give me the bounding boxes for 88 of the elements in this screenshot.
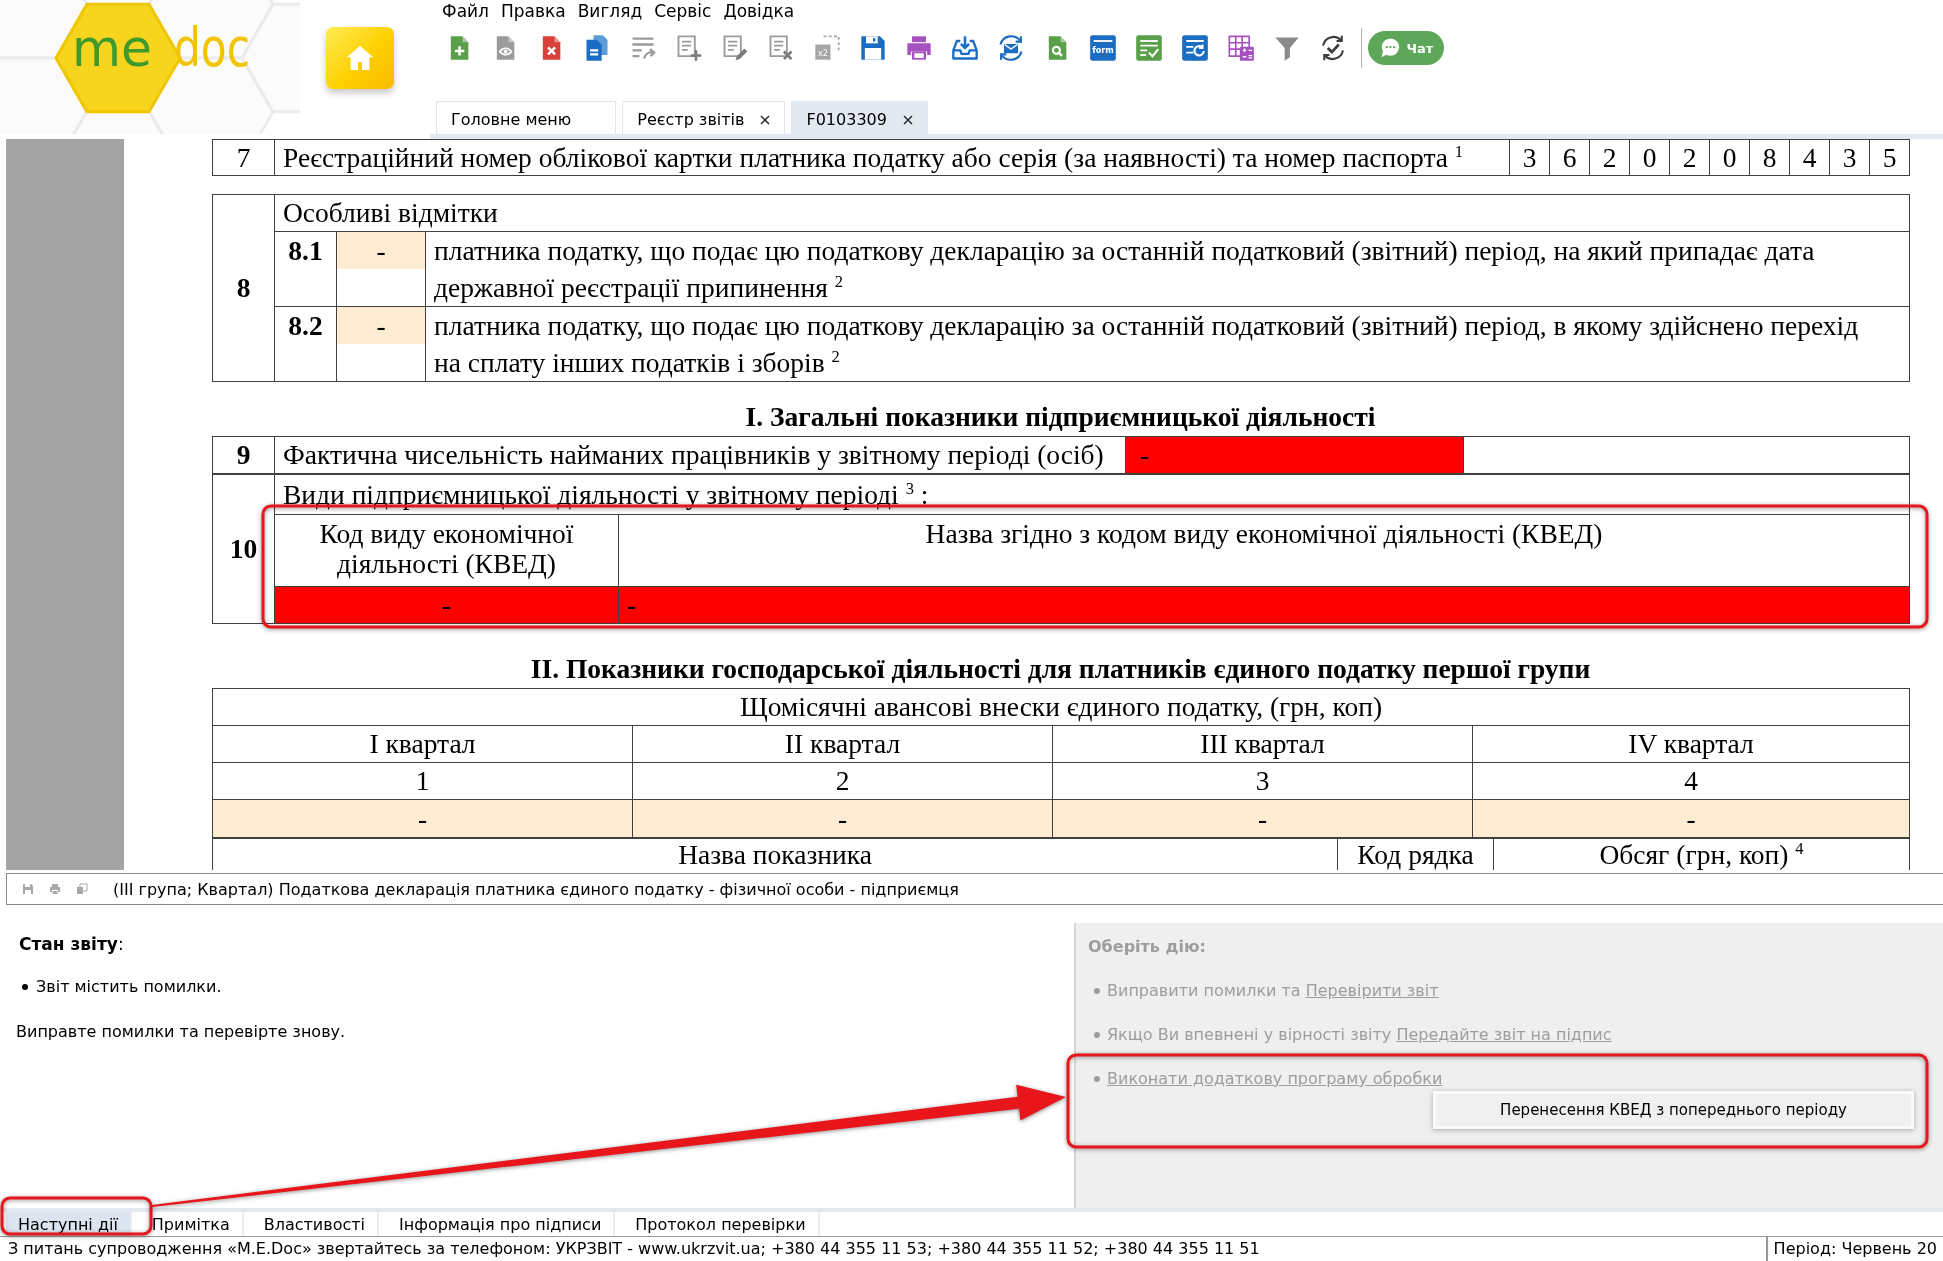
input-field[interactable]: - <box>337 307 425 344</box>
section-heading: I. Загальні показники підприємницької діяльності <box>745 402 1376 432</box>
table-cell: Назва згідно з кодом виду економічної діяльності (КВЕД) <box>618 514 1910 587</box>
input-field[interactable]: - <box>1472 799 1910 838</box>
input-field[interactable]: - <box>632 799 1053 838</box>
action-text: Якщо Ви впевнені у вірності звіту Передайте звіт на підпис <box>1107 1024 1612 1046</box>
input-field[interactable]: - <box>1052 799 1473 838</box>
save-icon[interactable] <box>22 883 34 895</box>
bullet-icon <box>1094 1076 1100 1082</box>
table-cell: платника податку, що подає цю податкову декларацію за останній податковий (звітний) період, на який припадає дата державної реєстрації припинення $^{2}$ <box>425 231 1910 307</box>
menu-item[interactable]: Довідка <box>723 0 795 22</box>
tab[interactable]: Наступні дії <box>6 1212 132 1236</box>
checklist-icon[interactable] <box>1135 34 1163 62</box>
table-calculator-icon[interactable] <box>1227 34 1255 62</box>
digit-cell[interactable]: 5 <box>1869 139 1910 176</box>
table-cell: Реєстраційний номер облікової картки платника податку або серія (за наявності) та номер паспорта $^{1}$ <box>274 139 1510 176</box>
table-cell: IV квартал <box>1472 725 1910 763</box>
bullet-icon <box>1094 988 1100 994</box>
digit-cell[interactable]: 4 <box>1789 139 1830 176</box>
app-logo: me doc <box>0 0 300 134</box>
tab[interactable]: Реєстр звітів <box>622 101 786 134</box>
section-title: Стан звіту: <box>19 933 125 955</box>
input-field[interactable]: - <box>212 799 633 838</box>
list-x-icon[interactable] <box>767 34 795 62</box>
table-cell: 7 <box>212 139 275 176</box>
tab[interactable]: Головне меню <box>436 101 617 134</box>
table-cell: Види підприємницької діяльності у звітному періоді $^{3}$ : <box>274 474 1910 515</box>
table-cell: Назва показника <box>212 838 1338 870</box>
input-field[interactable]: - <box>618 586 1910 624</box>
digit-cell[interactable]: 0 <box>1709 139 1750 176</box>
table-cell: Щомісячні авансові внески єдиного податку, (грн, коп) <box>212 688 1910 726</box>
bullet-icon <box>1094 1032 1100 1038</box>
action-text: Виправити помилки та Перевірити звіт <box>1107 980 1439 1002</box>
input-field[interactable]: - <box>274 586 619 624</box>
table-cell: Код виду економічної діяльності (КВЕД) <box>274 514 619 587</box>
section-title: Оберіть дію: <box>1088 936 1207 958</box>
tab[interactable]: F0103309 <box>791 101 928 134</box>
document-title: (III група; Квартал) Податкова декларація платника єдиного податку - фізичної особи - підприємця <box>113 879 959 899</box>
status-period: Період: Червень 20 <box>1765 1237 1943 1261</box>
table-cell: 8 <box>212 194 275 382</box>
table-cell: 8.1 <box>274 231 337 307</box>
table-cell: II квартал <box>632 725 1053 763</box>
copy-icon[interactable] <box>76 883 88 895</box>
digit-cell[interactable]: 2 <box>1669 139 1710 176</box>
input-field[interactable]: - <box>1125 436 1464 474</box>
print-icon[interactable] <box>49 883 61 895</box>
table-cell: 10 <box>212 474 275 624</box>
table-cell: Код рядка <box>1337 838 1494 870</box>
speech-bubble-icon <box>1378 37 1401 59</box>
envelope-sync-icon[interactable] <box>997 34 1025 62</box>
menu-item[interactable]: Вигляд <box>577 0 643 22</box>
input-field[interactable]: - <box>337 232 425 269</box>
section-heading: II. Показники господарської діяльності для платників єдиного податку першої групи <box>530 654 1591 684</box>
tray-download-icon[interactable] <box>951 34 979 62</box>
list-pencil-icon[interactable] <box>721 34 749 62</box>
table-cell: 8.2 <box>274 306 337 382</box>
table-cell: 9 <box>212 436 275 474</box>
status-message: З питань супроводження «M.E.Doc» звертайтесь за телефоном: УКРЗВІТ - www.ukrzvit.ua; +380 44 355 11 53; +380 44 355 11 52; +380 44 355 11 51 <box>7 1238 1261 1260</box>
hint-text: Виправте помилки та перевірте знову. <box>16 1021 347 1043</box>
list-plus-icon[interactable] <box>675 34 703 62</box>
sync-check-icon[interactable] <box>1319 34 1347 62</box>
menu-item[interactable]: Файл <box>442 0 489 22</box>
menu-item[interactable]: Сервіс <box>654 0 712 22</box>
table-cell: 2 <box>632 762 1053 800</box>
menu-item[interactable]: Правка <box>500 0 566 22</box>
table-cell: Обсяг (грн, коп) $^{4}$ <box>1493 838 1910 870</box>
save-icon[interactable] <box>859 34 887 62</box>
table-cell: 4 <box>1472 762 1910 800</box>
digit-cell[interactable]: 3 <box>1509 139 1550 176</box>
table-cell: Фактична чисельність найманих працівників у звітному періоді (осіб) <box>274 436 1126 474</box>
list-refresh-icon[interactable] <box>1181 34 1209 62</box>
close-icon[interactable] <box>902 114 913 125</box>
table-cell: III квартал <box>1052 725 1473 763</box>
status-text: Звіт містить помилки. <box>36 976 222 998</box>
print-icon[interactable] <box>905 34 933 62</box>
table-cell: Особливі відмітки <box>274 194 1910 232</box>
table-cell: I квартал <box>212 725 633 763</box>
close-icon[interactable] <box>760 114 771 125</box>
table-cell: 1 <box>212 762 633 800</box>
digit-cell[interactable]: 3 <box>1829 139 1870 176</box>
form-icon[interactable]: form <box>1089 34 1117 62</box>
table-cell: платника податку, що подає цю податкову декларацію за останній податковий (звітний) період, в якому здійснено перехід на сплату інших податків і зборів $^{2}$ <box>425 306 1910 382</box>
bullet-icon <box>22 984 28 990</box>
digit-cell[interactable]: 6 <box>1549 139 1590 176</box>
digit-cell[interactable]: 2 <box>1589 139 1630 176</box>
digit-cell[interactable]: 0 <box>1629 139 1670 176</box>
digit-cell[interactable]: 8 <box>1749 139 1790 176</box>
table-cell: 3 <box>1052 762 1473 800</box>
